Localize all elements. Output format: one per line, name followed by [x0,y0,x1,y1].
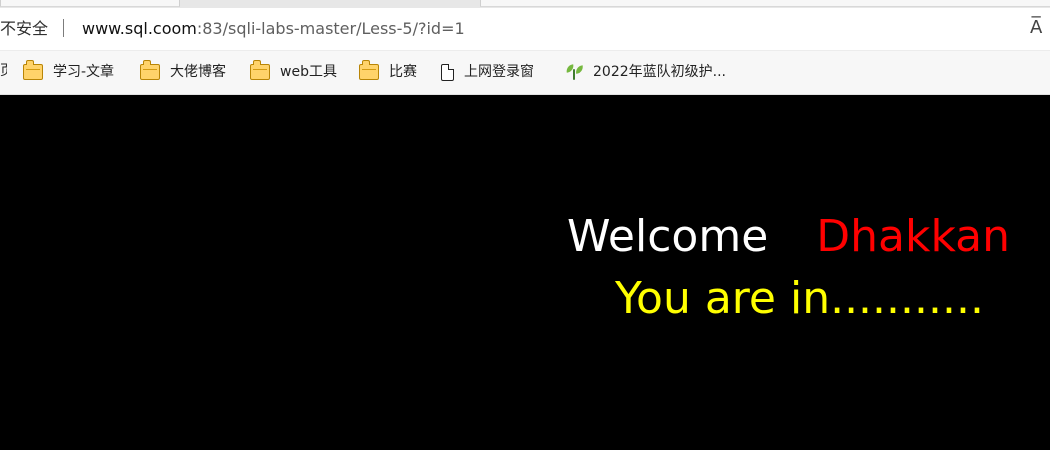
bookmark-study-articles[interactable]: 学习-文章 [23,60,115,83]
bookmark-blue-team[interactable]: 2022年蓝队初级护... [565,61,726,83]
url-display[interactable]: www.sql.coom:83/sqli-labs-master/Less-5/… [82,18,465,40]
url-path: :83/sqli-labs-master/Less-5/?id=1 [196,19,465,38]
bookmark-login-window[interactable]: 上网登录窗 [441,61,534,83]
bookmark-label: 比赛 [389,64,417,80]
security-warning-label[interactable]: 不安全 [0,18,48,40]
bookmark-label: 2022年蓝队初级护... [593,64,726,80]
bookmarks-bar: 页 学习-文章 大佬博客 web工具 比赛 上网登录窗 2022年蓝队初级护..… [0,51,1050,95]
bookmark-label: 大佬博客 [170,64,226,80]
page-icon [441,63,454,81]
bookmark-expert-blogs[interactable]: 大佬博客 [140,60,226,83]
welcome-text: Welcome [567,211,769,262]
bookmark-label: web工具 [280,64,337,80]
folder-icon [140,60,160,80]
reader-mode-icon[interactable]: A̅ [1030,17,1042,39]
bookmark-competitions[interactable]: 比赛 [359,60,417,83]
folder-icon [250,60,270,80]
address-bar[interactable]: 不安全 www.sql.coom:83/sqli-labs-master/Les… [0,8,1050,51]
folder-icon [23,60,43,80]
bookmark-clipped-label[interactable]: 页 [0,61,7,81]
url-domain: www.sql.coom [82,19,197,38]
bookmark-label: 学习-文章 [53,64,115,80]
login-status-message: You are in........... [615,273,984,324]
folder-icon [359,60,379,80]
bookmark-web-tools[interactable]: web工具 [250,60,337,83]
bookmark-label: 上网登录窗 [464,64,534,80]
address-separator [63,19,64,37]
welcome-message: Welcome Dhakkan [567,211,1010,263]
sprout-icon [565,64,583,81]
user-name-text: Dhakkan [816,211,1011,262]
page-content: Welcome Dhakkan You are in........... [0,95,1050,450]
tab-left-edge[interactable] [0,0,180,7]
tab-right-edge[interactable] [480,0,1050,7]
browser-chrome: 不安全 www.sql.coom:83/sqli-labs-master/Les… [0,0,1050,95]
